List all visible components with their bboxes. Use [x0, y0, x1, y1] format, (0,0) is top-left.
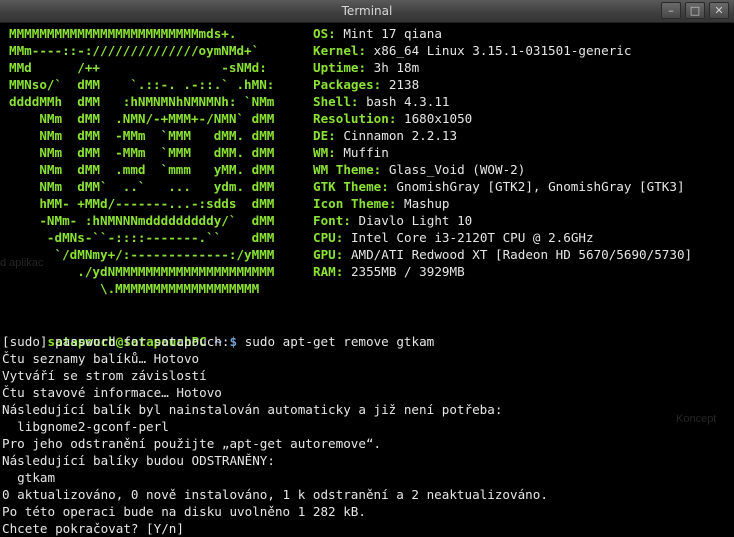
output-line: Čtu stavové informace… Hotovo: [2, 385, 222, 400]
sysinfo-row: Icon Theme: Mashup: [313, 195, 450, 212]
ascii-logo-line: MMNso/` dMM `.::-. .-::.` .hMN:: [9, 77, 275, 92]
output-line: Čtu seznamy balíků… Hotovo: [2, 351, 200, 366]
terminal-window: Terminal – □ ✕ d aplikac Koncept MMMMMMM…: [0, 0, 734, 537]
sysinfo-key: Font:: [313, 213, 351, 228]
sysinfo-key: GTK Theme:: [313, 179, 389, 194]
sysinfo-value: bash 4.3.11: [366, 94, 450, 109]
sysinfo-row: Shell: bash 4.3.11: [313, 93, 450, 110]
sysinfo-row: Packages: 2138: [313, 76, 419, 93]
sysinfo-row: Uptime: 3h 18m: [313, 59, 419, 76]
sysinfo-key: GPU:: [313, 247, 344, 262]
sysinfo-row: Font: Diavlo Light 10: [313, 212, 472, 229]
sysinfo-key: Icon Theme:: [313, 196, 397, 211]
ascii-logo-line: \.MMMMMMMMMMMMMMMMMMM: [9, 281, 260, 296]
sysinfo-value: Muffin: [343, 145, 389, 160]
ascii-logo-line: NMm dMM .NMN/-+MMM+-/NMN` dMM: [9, 111, 275, 126]
minimize-button[interactable]: –: [661, 2, 681, 19]
maximize-icon: □: [689, 4, 701, 17]
ascii-logo-line: NMm dMM .mmd `mmm yMM. dMM: [9, 162, 275, 177]
ascii-logo-line: NMm dMM -MMm `MMM dMM. dMM: [9, 145, 275, 160]
output-line: Pro jeho odstranění použijte „apt-get au…: [2, 436, 382, 451]
ascii-logo-line: NMm dMM -MMm `MMM dMM. dMM: [9, 128, 275, 143]
sysinfo-value: Diavlo Light 10: [358, 213, 473, 228]
sysinfo-row: WM: Muffin: [313, 144, 389, 161]
output-line: [sudo] password for satapouch:: [2, 334, 230, 349]
sysinfo-row: OS: Mint 17 qiana: [313, 25, 442, 42]
sysinfo-value: 2355MB / 3929MB: [350, 264, 465, 279]
sysinfo-value: 1680x1050: [404, 111, 473, 126]
sysinfo-key: Packages:: [313, 77, 382, 92]
title-bar[interactable]: Terminal – □ ✕: [0, 0, 734, 23]
sysinfo-key: OS:: [313, 26, 336, 41]
background-ghost-text-right: Koncept: [676, 413, 717, 425]
output-line: Po této operaci bude na disku uvolněno 1…: [2, 504, 366, 519]
sysinfo-key: Resolution:: [313, 111, 397, 126]
prompt-symbol: $: [229, 334, 238, 349]
sysinfo-value: 3h 18m: [373, 60, 420, 75]
output-line: Následující balík byl nainstalován autom…: [2, 402, 503, 417]
maximize-button[interactable]: □: [685, 2, 705, 19]
ascii-logo-line: MMd /++ -sNMd:: [9, 60, 267, 75]
sysinfo-key: Kernel:: [313, 43, 367, 58]
sysinfo-row: CPU: Intel Core i3-2120T CPU @ 2.6GHz: [313, 229, 594, 246]
sysinfo-key: Uptime:: [313, 60, 367, 75]
sysinfo-value: AMD/ATI Redwood XT [Radeon HD 5670/5690/…: [350, 247, 693, 262]
sysinfo-value: Cinnamon 2.2.13: [343, 128, 458, 143]
output-line: 0 aktualizováno, 0 nově instalováno, 1 k…: [2, 487, 548, 502]
sysinfo-row: DE: Cinnamon 2.2.13: [313, 127, 457, 144]
output-line: Následující balíky budou ODSTRANĚNY:: [2, 453, 275, 468]
sysinfo-key: WM Theme:: [313, 162, 382, 177]
sysinfo-row: GPU: AMD/ATI Redwood XT [Radeon HD 5670/…: [313, 246, 692, 263]
output-line: libgnome2-gconf-perl: [2, 419, 169, 434]
ascii-logo-line: `/dMNmy+/:-------------:/yMMM: [9, 247, 275, 262]
ascii-logo-line: MMm----::-://////////////oymNMd+`: [9, 43, 260, 58]
sysinfo-row: Resolution: 1680x1050: [313, 110, 472, 127]
sysinfo-value: GnomishGray [GTK2], GnomishGray [GTK3]: [396, 179, 685, 194]
output-line: Chcete pokračovat? [Y/n]: [2, 521, 184, 536]
sysinfo-value: 2138: [388, 77, 420, 92]
sysinfo-row: GTK Theme: GnomishGray [GTK2], GnomishGr…: [313, 178, 685, 195]
sysinfo-value: x86_64 Linux 3.15.1-031501-generic: [373, 43, 632, 58]
sysinfo-key: Shell:: [313, 94, 359, 109]
ascii-logo-line: -dMNs-``-::::-------.`` dMM: [9, 230, 275, 245]
output-line: gtkam: [2, 470, 56, 485]
minimize-icon: –: [668, 4, 674, 17]
close-button[interactable]: ✕: [709, 2, 729, 19]
sysinfo-value: Glass_Void (WOW-2): [388, 162, 526, 177]
window-title: Terminal: [341, 4, 393, 18]
sysinfo-key: RAM:: [313, 264, 344, 279]
sysinfo-key: WM:: [313, 145, 336, 160]
sysinfo-row: Kernel: x86_64 Linux 3.15.1-031501-gener…: [313, 42, 631, 59]
sysinfo-key: DE:: [313, 128, 336, 143]
ascii-logo-line: -NMm- :hNMNNNmdddddddddy/` dMM: [9, 213, 275, 228]
close-icon: ✕: [714, 4, 724, 17]
ascii-logo-line: hMM- +MMd/-------...-:sdds dMM: [9, 196, 275, 211]
sysinfo-key: CPU:: [313, 230, 344, 245]
sysinfo-row: WM Theme: Glass_Void (WOW-2): [313, 161, 525, 178]
command-prompt-line: satapouch@satapouchPC ~ $ sudo apt-get r…: [2, 316, 435, 349]
ascii-logo-line: MMMMMMMMMMMMMMMMMMMMMMMMMmds+.: [9, 26, 237, 41]
prompt-command: sudo apt-get remove gtkam: [244, 334, 435, 349]
ascii-logo-line: ./ydNMMMMMMMMMMMMMMMMMMMMM: [9, 264, 275, 279]
output-line: Vytváří se strom závislostí: [2, 368, 207, 383]
sysinfo-value: Intel Core i3-2120T CPU @ 2.6GHz: [350, 230, 594, 245]
sysinfo-value: Mint 17 qiana: [343, 26, 442, 41]
terminal-body[interactable]: d aplikac Koncept MMMMMMMMMMMMMMMMMMMMMM…: [0, 23, 734, 537]
ascii-logo-line: NMm dMM` ..` ... ydm. dMM: [9, 179, 275, 194]
sysinfo-value: Mashup: [404, 196, 450, 211]
sysinfo-row: RAM: 2355MB / 3929MB: [313, 263, 465, 280]
ascii-logo-line: ddddMMh dMM :hNMNMNhNMNMNh: `NMm: [9, 94, 275, 109]
